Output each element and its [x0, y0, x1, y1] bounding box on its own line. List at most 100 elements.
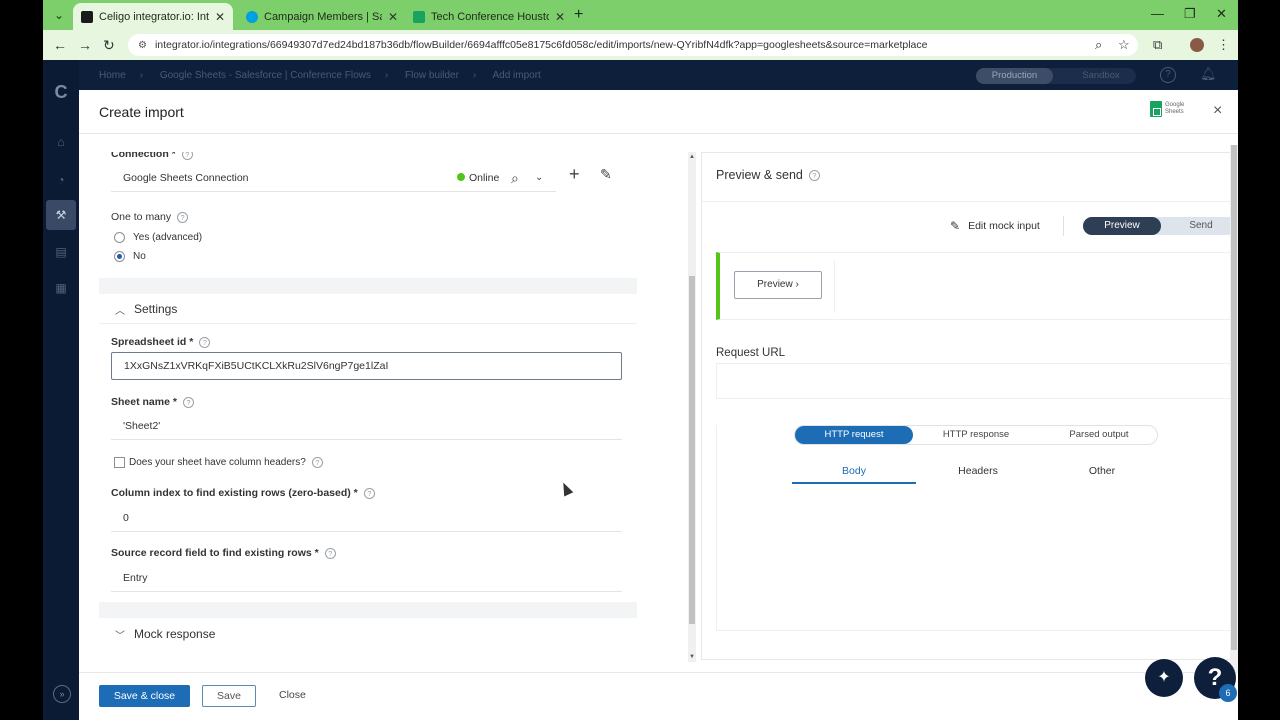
save-button[interactable]: Save — [202, 685, 256, 707]
edit-mock-input-button[interactable]: ✎ Edit mock input — [950, 219, 1040, 233]
radio-no[interactable] — [114, 251, 125, 262]
form-scrollbar[interactable]: ▲ ▼ — [688, 152, 696, 662]
scroll-down-icon[interactable]: ▼ — [688, 654, 696, 660]
tab-title: Campaign Members | Salesforce — [264, 10, 382, 23]
breadcrumb: Home › Google Sheets - Salesforce | Confe… — [99, 70, 541, 81]
preview-send-toggle[interactable]: Preview Send — [1083, 217, 1238, 235]
tab-http-response[interactable]: HTTP response — [915, 426, 1037, 444]
forward-icon[interactable]: → — [78, 37, 92, 53]
tab-parsed-output[interactable]: Parsed output — [1039, 426, 1159, 444]
salesforce-favicon-icon — [246, 10, 258, 23]
help-icon[interactable]: ? — [181, 152, 193, 160]
help-icon[interactable]: ? — [1160, 67, 1176, 83]
expand-sidebar-icon[interactable]: » — [53, 685, 71, 703]
chevron-up-icon: ︿ — [115, 306, 125, 317]
subtab-body[interactable]: Body — [792, 465, 916, 477]
window-close-icon[interactable]: ✕ — [1216, 6, 1227, 22]
help-icon[interactable]: ? — [808, 170, 820, 182]
new-tab-button[interactable]: + — [574, 6, 583, 24]
sheet-name-label: Sheet name *? — [111, 396, 194, 408]
create-import-drawer: Create import Google Sheets × Connection… — [79, 90, 1238, 720]
tab-close-icon[interactable]: ✕ — [388, 10, 398, 24]
tab-strip: ⌄ Celigo integrator.io: Integration ✕ Ca… — [43, 0, 1238, 30]
mock-response-card[interactable]: ﹀ Mock response — [99, 618, 637, 652]
breadcrumb-integration[interactable]: Google Sheets - Salesforce | Conference … — [160, 70, 371, 81]
settings-title: Settings — [134, 302, 178, 316]
help-icon[interactable]: ? — [182, 396, 194, 408]
preview-button[interactable]: Preview › — [734, 271, 822, 299]
tab-celigo[interactable]: Celigo integrator.io: Integration ✕ — [73, 3, 233, 30]
scroll-thumb[interactable] — [689, 276, 695, 624]
tab-salesforce[interactable]: Campaign Members | Salesforce ✕ — [238, 3, 406, 30]
notifications-bell-icon[interactable]: 🔔︎ — [1200, 67, 1217, 83]
tab-http-request[interactable]: HTTP request — [795, 426, 913, 444]
environment-toggle[interactable]: Production Sandbox — [976, 68, 1136, 84]
one-to-many-label: One to many? — [111, 211, 189, 223]
help-icon[interactable]: ? — [324, 547, 336, 559]
add-connection-icon[interactable]: + — [569, 164, 580, 185]
marketplace-icon[interactable]: ▦ — [51, 278, 71, 298]
ai-assistant-icon[interactable]: ✦ — [1145, 659, 1183, 697]
celigo-logo[interactable]: C — [51, 82, 71, 102]
divider — [1063, 216, 1064, 236]
resources-icon[interactable]: ▤ — [51, 242, 71, 262]
home-icon[interactable]: ⌂ — [51, 132, 71, 152]
subtab-headers[interactable]: Headers — [916, 465, 1040, 477]
help-icon[interactable]: ? — [363, 487, 375, 499]
url-text: integrator.io/integrations/66949307d7ed2… — [154, 39, 928, 51]
tab-close-icon[interactable]: ✕ — [555, 10, 565, 24]
search-icon[interactable]: ⌕ — [511, 164, 519, 192]
drawer-scrollbar[interactable] — [1230, 145, 1238, 672]
divider — [702, 201, 1238, 202]
edit-connection-icon[interactable]: ✎ — [600, 166, 612, 183]
preview-panel: Preview & send? ✎ Edit mock input Previe… — [701, 152, 1238, 660]
column-headers-checkbox[interactable] — [114, 457, 125, 468]
chevron-down-icon[interactable]: ⌄ — [535, 164, 543, 192]
tab-close-icon[interactable]: ✕ — [215, 10, 225, 24]
breadcrumb-flow-builder[interactable]: Flow builder — [405, 70, 459, 81]
edit-mock-label: Edit mock input — [968, 220, 1040, 232]
env-production[interactable]: Production — [976, 68, 1053, 84]
send-toggle-option[interactable]: Send — [1165, 217, 1237, 235]
site-info-icon[interactable]: ⚙ — [138, 40, 147, 51]
env-sandbox[interactable]: Sandbox — [1066, 68, 1136, 84]
source-field-input[interactable]: Entry — [111, 564, 622, 592]
menu-kebab-icon[interactable]: ⋮ — [1217, 37, 1230, 53]
zoom-icon[interactable]: ⌕ — [1095, 37, 1102, 53]
screen: ⌄ Celigo integrator.io: Integration ✕ Ca… — [0, 0, 1280, 720]
sheet-name-input[interactable]: 'Sheet2' — [111, 412, 622, 440]
maximize-icon[interactable]: ❐ — [1184, 6, 1196, 22]
tools-icon[interactable]: ⚒ — [46, 200, 76, 230]
settings-header[interactable]: ︿ Settings — [99, 294, 637, 324]
help-icon[interactable]: ? — [311, 457, 323, 468]
scroll-thumb[interactable] — [1231, 145, 1237, 650]
help-icon[interactable]: ? — [199, 336, 211, 348]
reload-icon[interactable]: ↻ — [103, 37, 115, 54]
bookmark-star-icon[interactable]: ☆ — [1118, 37, 1130, 53]
preview-toggle-option[interactable]: Preview — [1083, 217, 1161, 235]
subtab-other[interactable]: Other — [1040, 465, 1164, 477]
back-icon[interactable]: ← — [53, 37, 67, 53]
radio-yes-advanced[interactable] — [114, 232, 125, 243]
help-icon[interactable]: ? — [177, 211, 189, 223]
save-close-button[interactable]: Save & close — [99, 685, 190, 707]
column-index-label: Column index to find existing rows (zero… — [111, 487, 375, 499]
breadcrumb-home[interactable]: Home — [99, 70, 126, 81]
extensions-icon[interactable]: ⧉ — [1153, 37, 1162, 53]
close-button[interactable]: Close — [279, 689, 306, 701]
dashboard-icon[interactable]: ◔ — [51, 170, 71, 190]
profile-avatar[interactable] — [1190, 38, 1204, 52]
tab-search-icon[interactable]: ⌄ — [49, 6, 69, 24]
connection-select[interactable]: Google Sheets Connection Online ⌕ ⌄ — [111, 164, 556, 192]
spreadsheet-id-input[interactable]: 1XxGNsZ1xVRKqFXiB5UCtKCLXkRu2SlV6ngP7ge1… — [111, 352, 622, 380]
drawer-footer: » Save & close Save Close ✦ ? 6 — [53, 657, 1238, 720]
chevron-down-icon: ﹀ — [115, 631, 125, 642]
tab-sheets[interactable]: Tech Conference Houston Testing ✕ — [405, 3, 573, 30]
minimize-icon[interactable]: — — [1151, 6, 1164, 21]
column-index-input[interactable]: 0 — [111, 504, 622, 532]
app-logo-text: Google Sheets — [1165, 102, 1185, 115]
settings-card: ︿ Settings Spreadsheet id *? 1XxGNsZ1xVR… — [99, 294, 637, 602]
address-bar[interactable]: ⚙ integrator.io/integrations/66949307d7e… — [128, 34, 1138, 56]
scroll-up-icon[interactable]: ▲ — [688, 154, 696, 160]
drawer-close-icon[interactable]: × — [1213, 102, 1222, 120]
